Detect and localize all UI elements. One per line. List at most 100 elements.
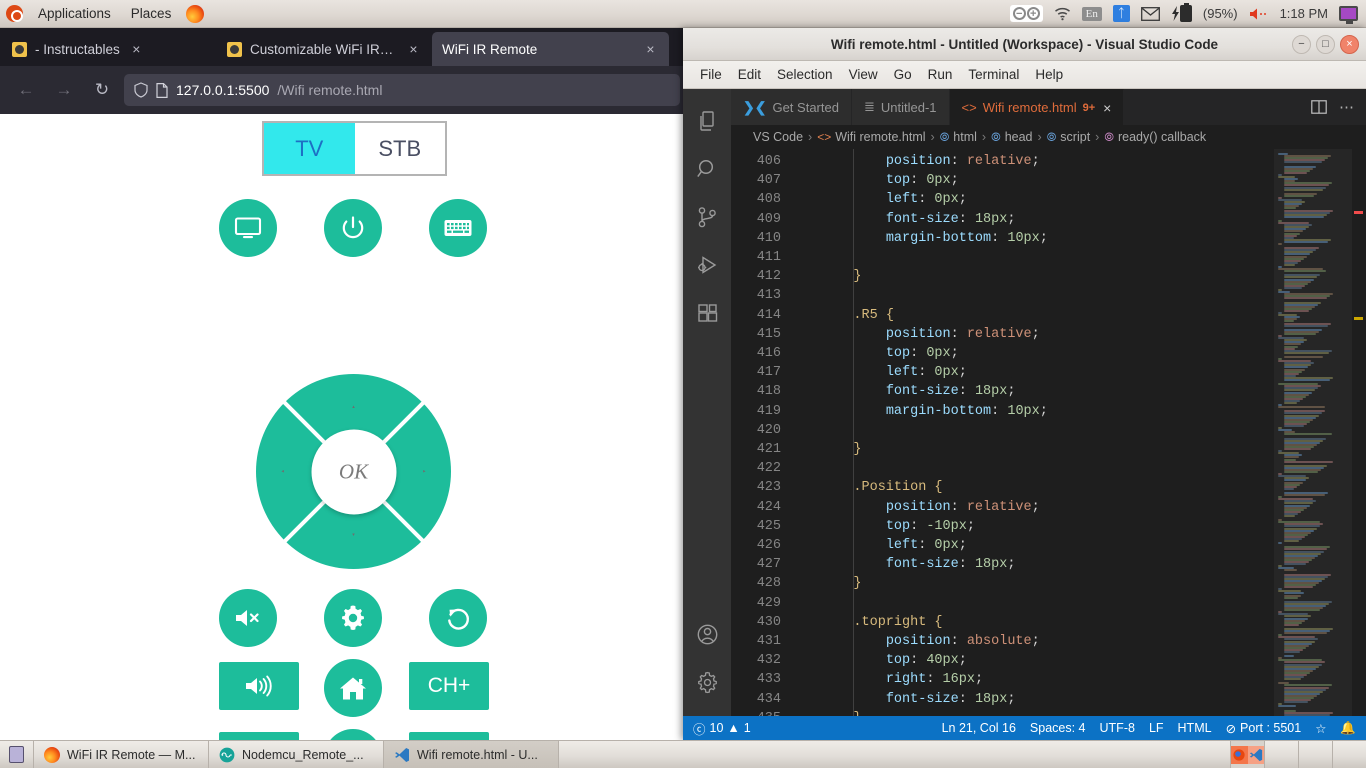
dpad-left-button[interactable]: ◂ [281, 469, 284, 474]
source-control-icon[interactable] [683, 193, 731, 241]
tv-mode-button[interactable]: TV [264, 123, 355, 174]
taskbar-window-vscode[interactable]: Wifi remote.html - U... [384, 741, 559, 768]
back-button[interactable] [429, 589, 487, 647]
bell-icon[interactable]: 🔔 [1340, 721, 1356, 736]
tv-source-button[interactable] [219, 199, 277, 257]
menu-file[interactable]: File [693, 64, 729, 85]
tray-slot[interactable] [1264, 741, 1298, 768]
wifi-icon[interactable] [1054, 7, 1071, 21]
volume-minus-icon[interactable]: − [1013, 7, 1026, 20]
bluetooth-icon[interactable]: ᛏ [1113, 5, 1130, 22]
feedback-icon[interactable]: ☆ [1315, 721, 1326, 736]
volume-muted-icon[interactable] [1249, 7, 1269, 21]
firefox-icon[interactable] [186, 5, 204, 23]
close-button[interactable]: × [1340, 35, 1359, 54]
dpad-right-button[interactable]: ▸ [423, 469, 426, 474]
back-button[interactable]: ← [10, 74, 42, 106]
tray-slot[interactable] [1298, 741, 1332, 768]
vscode-icon[interactable] [1248, 746, 1265, 764]
home-button[interactable] [324, 659, 382, 717]
editor-tab-get-started[interactable]: ❯❮ Get Started [731, 89, 852, 125]
browser-tab-customizable-wifi[interactable]: Customizable WiFi IR Rem × [217, 32, 432, 66]
menu-run[interactable]: Run [921, 64, 960, 85]
maximize-button[interactable]: □ [1316, 35, 1335, 54]
editor-tab-untitled-1[interactable]: ≣ Untitled-1 [852, 89, 950, 125]
stb-mode-button[interactable]: STB [355, 123, 446, 174]
menu-edit[interactable]: Edit [731, 64, 768, 85]
tray-firefox-vscode-pair[interactable] [1230, 741, 1264, 768]
eol-setting[interactable]: LF [1149, 721, 1164, 735]
firefox-icon[interactable] [1231, 746, 1248, 764]
minimize-button[interactable]: − [1292, 35, 1311, 54]
volume-down-button[interactable] [219, 732, 299, 740]
minimap[interactable] [1274, 149, 1352, 716]
reload-button[interactable]: ↻ [86, 74, 118, 106]
power-button[interactable] [324, 199, 382, 257]
menu-terminal[interactable]: Terminal [961, 64, 1026, 85]
taskbar-window-firefox[interactable]: WiFi IR Remote — M... [34, 741, 209, 768]
keyboard-button[interactable] [429, 199, 487, 257]
settings-button[interactable] [324, 589, 382, 647]
volume-control-indicator[interactable]: − + [1010, 5, 1043, 22]
search-icon[interactable] [683, 145, 731, 193]
close-icon[interactable]: × [128, 41, 145, 58]
breadcrumb-item-script[interactable]: ⦾ script [1047, 130, 1090, 145]
close-icon[interactable]: × [405, 41, 422, 58]
places-menu[interactable]: Places [126, 4, 177, 23]
breadcrumb-item-head[interactable]: ⦾ head [991, 130, 1032, 145]
channel-up-button[interactable]: CH+ [409, 662, 489, 710]
cursor-position[interactable]: Ln 21, Col 16 [942, 721, 1016, 735]
run-debug-icon[interactable] [683, 241, 731, 289]
account-icon[interactable] [683, 610, 731, 658]
indentation-setting[interactable]: Spaces: 4 [1030, 721, 1086, 735]
breadcrumb-item-html[interactable]: ⦾ html [940, 130, 977, 145]
ok-button[interactable]: OK [311, 429, 396, 514]
keyboard-layout-indicator[interactable]: En [1082, 7, 1102, 21]
dpad-down-button[interactable]: ▾ [352, 533, 355, 538]
favorite-button[interactable] [324, 729, 382, 740]
volume-plus-icon[interactable]: + [1027, 7, 1040, 20]
menu-selection[interactable]: Selection [770, 64, 840, 85]
battery-charging-icon[interactable] [1171, 5, 1192, 22]
files-icon[interactable] [683, 97, 731, 145]
shield-icon[interactable] [134, 82, 148, 98]
breadcrumb-item-file[interactable]: <> Wifi remote.html [817, 130, 925, 144]
menu-view[interactable]: View [842, 64, 885, 85]
show-desktop-button[interactable] [0, 741, 34, 768]
problems-indicator[interactable]: ⓒ 10 ▲ 1 [693, 719, 751, 738]
ubuntu-logo-icon[interactable] [6, 5, 23, 22]
tray-slot[interactable] [1332, 741, 1366, 768]
clock[interactable]: 1:18 PM [1280, 6, 1328, 21]
editor-tab-wifi-remote-html[interactable]: <> Wifi remote.html 9+ × [950, 89, 1125, 125]
split-editor-icon[interactable] [1311, 99, 1327, 115]
address-bar[interactable]: 127.0.0.1:5500/Wifi remote.html [124, 74, 680, 106]
settings-gear-icon[interactable] [683, 658, 731, 706]
display-icon[interactable] [1339, 6, 1358, 21]
browser-tab-instructables[interactable]: - Instructables × [2, 32, 217, 66]
close-icon[interactable]: × [642, 41, 659, 58]
code-scroll-area[interactable]: 406 407 408 409 410 411 412 413 414 415 … [731, 149, 1274, 716]
breadcrumb-item-vscode[interactable]: VS Code [753, 130, 803, 144]
code-editor[interactable]: 406 407 408 409 410 411 412 413 414 415 … [731, 149, 1366, 716]
mail-icon[interactable] [1141, 7, 1160, 21]
dpad-up-button[interactable]: ▴ [352, 405, 355, 410]
language-mode[interactable]: HTML [1178, 721, 1212, 735]
more-actions-icon[interactable]: ⋯ [1339, 98, 1354, 116]
editor-scrollbar[interactable] [1352, 149, 1366, 716]
browser-tab-wifi-ir-remote[interactable]: WiFi IR Remote × [432, 32, 669, 66]
volume-up-button[interactable] [219, 662, 299, 710]
dpad-control[interactable]: ▴ ▸ ▾ ◂ OK [256, 374, 451, 569]
code-text[interactable]: position: relative; top: 0px; left: 0px;… [793, 149, 1274, 716]
forward-button[interactable]: → [48, 74, 80, 106]
menu-help[interactable]: Help [1028, 64, 1070, 85]
breadcrumb-item-ready-callback[interactable]: ⦾ ready() callback [1104, 130, 1206, 145]
mute-button[interactable] [219, 589, 277, 647]
extensions-icon[interactable] [683, 289, 731, 337]
live-server-port[interactable]: ⊘ Port : 5501 [1226, 721, 1302, 736]
close-icon[interactable]: × [1103, 100, 1111, 116]
taskbar-window-arduino[interactable]: Nodemcu_Remote_... [209, 741, 384, 768]
encoding-setting[interactable]: UTF-8 [1100, 721, 1135, 735]
channel-down-button[interactable]: CH- [409, 732, 489, 740]
menu-go[interactable]: Go [887, 64, 919, 85]
applications-menu[interactable]: Applications [33, 4, 116, 23]
